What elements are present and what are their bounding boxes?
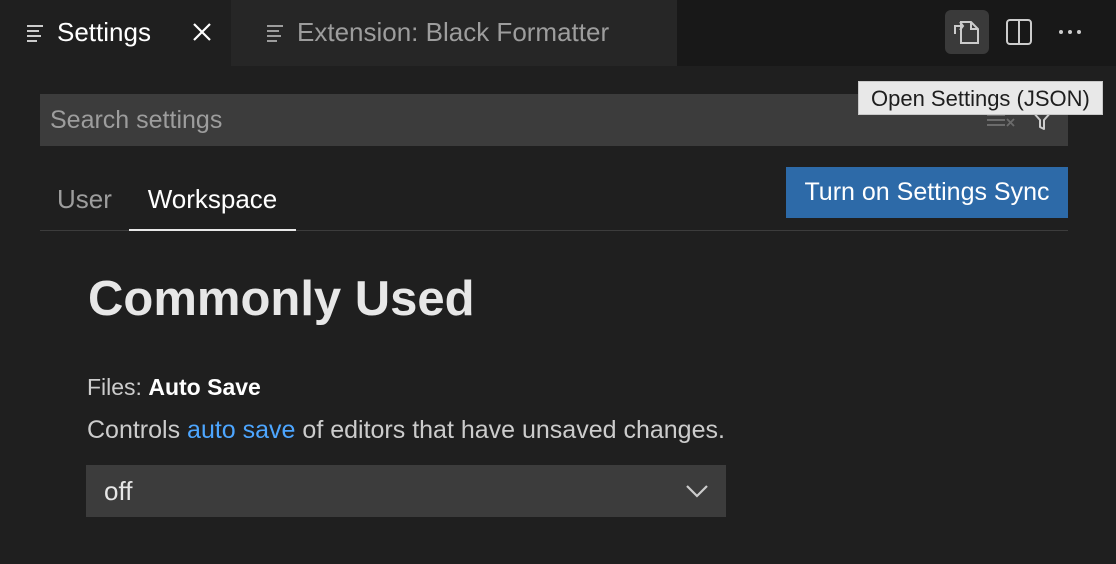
open-settings-json-icon: [954, 21, 979, 44]
turn-on-settings-sync-button[interactable]: Turn on Settings Sync: [786, 167, 1068, 218]
setting-label: Files: Auto Save: [87, 372, 261, 402]
tab-extension-label: Extension: Black Formatter: [297, 17, 610, 47]
more-actions-button[interactable]: [1048, 10, 1092, 54]
split-editor-icon: [1006, 19, 1032, 45]
open-settings-json-button[interactable]: [945, 10, 989, 54]
tooltip-open-settings-json: Open Settings (JSON): [858, 81, 1103, 115]
scope-active-indicator: [129, 229, 296, 231]
setting-desc-after: of editors that have unsaved changes.: [295, 416, 725, 444]
tab-settings[interactable]: Settings: [0, 0, 231, 66]
close-icon[interactable]: [190, 20, 214, 44]
auto-save-dropdown-value: off: [104, 476, 133, 506]
split-editor-button[interactable]: [997, 10, 1041, 54]
setting-name: Auto Save: [148, 374, 261, 400]
setting-description: Controls auto save of editors that have …: [87, 413, 725, 447]
preview-icon: [267, 25, 283, 42]
setting-desc-before: Controls: [87, 416, 188, 444]
search-input[interactable]: [40, 94, 940, 146]
tab-extension-black-formatter[interactable]: Extension: Black Formatter: [231, 0, 677, 66]
chevron-down-icon: [686, 485, 708, 498]
setting-category: Files:: [87, 374, 149, 400]
auto-save-dropdown[interactable]: off: [86, 465, 726, 517]
scope-tab-workspace[interactable]: Workspace: [129, 176, 296, 232]
scope-tab-user[interactable]: User: [57, 176, 112, 232]
more-actions-icon: [1059, 30, 1081, 34]
tab-settings-label: Settings: [57, 17, 151, 47]
settings-file-icon: [27, 25, 43, 42]
editor-tab-bar: Settings Extension: Black Formatter: [0, 0, 1116, 66]
section-title: Commonly Used: [88, 272, 475, 326]
auto-save-link[interactable]: auto save: [187, 416, 295, 444]
